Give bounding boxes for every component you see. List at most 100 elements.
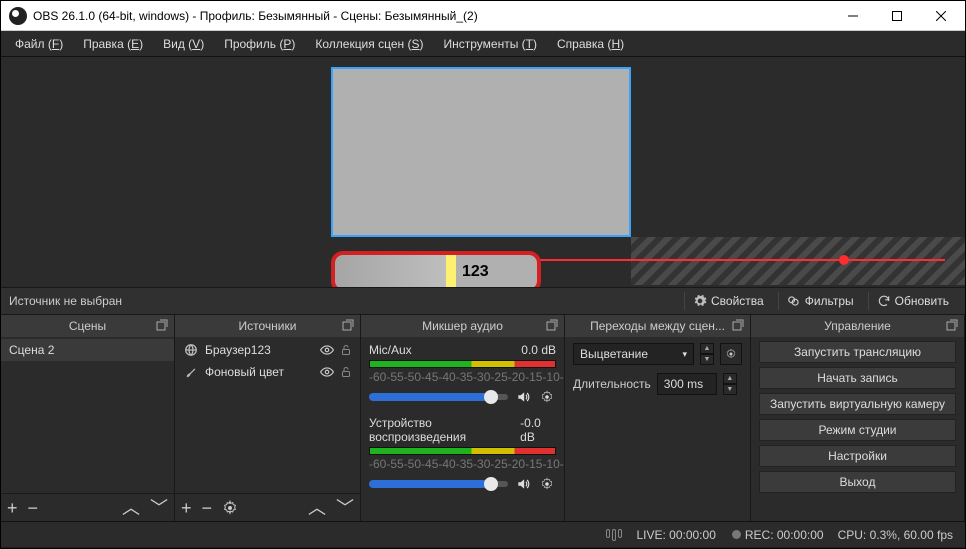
docks: Сцены Сцена 2 + − ︿ ﹀ Источники Браузер1… [1, 315, 965, 521]
status-live: LIVE: 00:00:00 [636, 528, 715, 542]
source-item[interactable]: Браузер123 [175, 339, 360, 361]
lock-toggle[interactable] [340, 343, 352, 357]
menubar: Файл (F) Правка (E) Вид (V) Профиль (P) … [1, 31, 965, 57]
titlebar: OBS 26.1.0 (64-bit, windows) - Профиль: … [1, 1, 965, 31]
menu-help[interactable]: Справка (H) [549, 35, 632, 53]
settings-button[interactable]: Настройки [759, 445, 956, 467]
crop-handle[interactable] [839, 255, 849, 265]
audio-meter [369, 360, 556, 368]
popout-icon[interactable] [342, 319, 354, 331]
statusbar: LIVE: 00:00:00 REC: 00:00:00 CPU: 0.3%, … [1, 521, 965, 547]
meter-ticks: -60-55-50-45-40-35-30-25-20-15-10-50 [369, 370, 556, 384]
refresh-icon [877, 294, 891, 308]
filters-button[interactable]: Фильтры [778, 292, 862, 310]
remove-source-button[interactable]: − [202, 499, 213, 517]
globe-icon [183, 342, 199, 358]
menu-scene-collection[interactable]: Коллекция сцен (S) [307, 35, 431, 53]
add-scene-button[interactable]: + [7, 499, 18, 517]
status-rec: REC: 00:00:00 [745, 528, 824, 542]
dock-sources: Источники Браузер123 Фоновый цвет [175, 315, 361, 521]
highlight-text: 123 [462, 263, 489, 281]
transition-select[interactable]: Выцветание ▾ [573, 343, 694, 365]
popout-icon[interactable] [546, 319, 558, 331]
speaker-icon[interactable] [514, 388, 532, 406]
volume-slider[interactable] [369, 481, 508, 487]
maximize-button[interactable] [875, 1, 919, 31]
meter-ticks: -60-55-50-45-40-35-30-25-20-15-10-50 [369, 457, 556, 471]
dock-header-scenes[interactable]: Сцены [1, 315, 174, 337]
properties-button[interactable]: Свойства [684, 292, 772, 310]
start-stream-button[interactable]: Запустить трансляцию [759, 341, 956, 363]
duration-down-button[interactable]: ▼ [723, 384, 737, 395]
chevron-down-icon: ▾ [682, 349, 687, 360]
audio-meter [369, 447, 556, 455]
menu-tools[interactable]: Инструменты (T) [436, 35, 546, 53]
menu-profile[interactable]: Профиль (P) [216, 35, 303, 53]
move-source-down-button[interactable]: ﹀ [336, 499, 354, 517]
source-item[interactable]: Фоновый цвет [175, 361, 360, 383]
dock-mixer: Микшер аудио Mic/Aux 0.0 dB -60-55-50-45-… [361, 315, 565, 521]
move-scene-down-button[interactable]: ﹀ [150, 499, 168, 517]
dock-header-transitions[interactable]: Переходы между сцен... [565, 315, 750, 337]
source-settings-button[interactable] [222, 500, 238, 516]
dock-transitions: Переходы между сцен... Выцветание ▾ ▲ ▼ … [565, 315, 751, 521]
move-source-up-button[interactable]: ︿ [308, 499, 326, 517]
volume-slider[interactable] [369, 394, 508, 400]
scene-label: Сцена 2 [9, 343, 54, 357]
menu-file[interactable]: Файл (F) [7, 35, 71, 53]
refresh-button[interactable]: Обновить [868, 292, 957, 310]
channel-name: Mic/Aux [369, 343, 412, 357]
transition-up-button[interactable]: ▲ [700, 343, 714, 354]
dock-header-sources[interactable]: Источники [175, 315, 360, 337]
popout-icon[interactable] [156, 319, 168, 331]
lock-toggle[interactable] [340, 365, 352, 379]
source-toolbar: Источник не выбран Свойства Фильтры Обно… [1, 287, 965, 315]
move-scene-up-button[interactable]: ︿ [122, 499, 140, 517]
add-source-button[interactable]: + [181, 499, 192, 517]
close-button[interactable] [919, 1, 963, 31]
mixer-channel: Устройство воспроизведения-0.0 dB -60-55… [361, 412, 564, 499]
visibility-toggle[interactable] [320, 365, 334, 379]
visibility-toggle[interactable] [320, 343, 334, 357]
menu-view[interactable]: Вид (V) [155, 35, 212, 53]
channel-db: 0.0 dB [521, 343, 556, 357]
gear-icon [693, 294, 707, 308]
no-source-selected: Источник не выбран [9, 294, 122, 308]
menu-edit[interactable]: Правка (E) [75, 35, 151, 53]
preview-canvas[interactable] [331, 67, 631, 237]
mixer-channel: Mic/Aux 0.0 dB -60-55-50-45-40-35-30-25-2… [361, 339, 564, 412]
dock-header-mixer[interactable]: Микшер аудио [361, 315, 564, 337]
preview-area[interactable]: 123 [1, 57, 965, 287]
duration-input[interactable]: 300 ms [657, 373, 717, 395]
remove-scene-button[interactable]: − [28, 499, 39, 517]
dock-scenes: Сцены Сцена 2 + − ︿ ﹀ [1, 315, 175, 521]
start-record-button[interactable]: Начать запись [759, 367, 956, 389]
channel-name: Устройство воспроизведения [369, 416, 520, 444]
window-title: OBS 26.1.0 (64-bit, windows) - Профиль: … [33, 9, 831, 23]
brush-icon [183, 364, 199, 380]
minimize-button[interactable] [831, 1, 875, 31]
dock-controls: Управление Запустить трансляцию Начать з… [751, 315, 965, 521]
exit-button[interactable]: Выход [759, 471, 956, 493]
source-label: Браузер123 [205, 343, 271, 357]
rec-dot-icon [732, 530, 741, 539]
highlight-annotation: 123 [331, 251, 541, 287]
popout-icon[interactable] [946, 319, 958, 331]
dock-header-controls[interactable]: Управление [751, 315, 964, 337]
popout-icon[interactable] [732, 319, 744, 331]
obs-logo-icon [9, 7, 27, 25]
status-cpu: CPU: 0.3%, 60.00 fps [838, 528, 953, 542]
channel-settings-button[interactable] [538, 388, 556, 406]
start-vcam-button[interactable]: Запустить виртуальную камеру [759, 393, 956, 415]
duration-label: Длительность [573, 377, 651, 391]
duration-up-button[interactable]: ▲ [723, 373, 737, 384]
channel-settings-button[interactable] [538, 475, 556, 493]
transition-settings-button[interactable] [720, 343, 742, 365]
speaker-icon[interactable] [514, 475, 532, 493]
crop-line[interactable] [522, 259, 945, 261]
preview-overflow [631, 237, 965, 285]
studio-mode-button[interactable]: Режим студии [759, 419, 956, 441]
transition-down-button[interactable]: ▼ [700, 354, 714, 365]
scene-item[interactable]: Сцена 2 [1, 339, 174, 361]
channel-db: -0.0 dB [520, 416, 556, 444]
